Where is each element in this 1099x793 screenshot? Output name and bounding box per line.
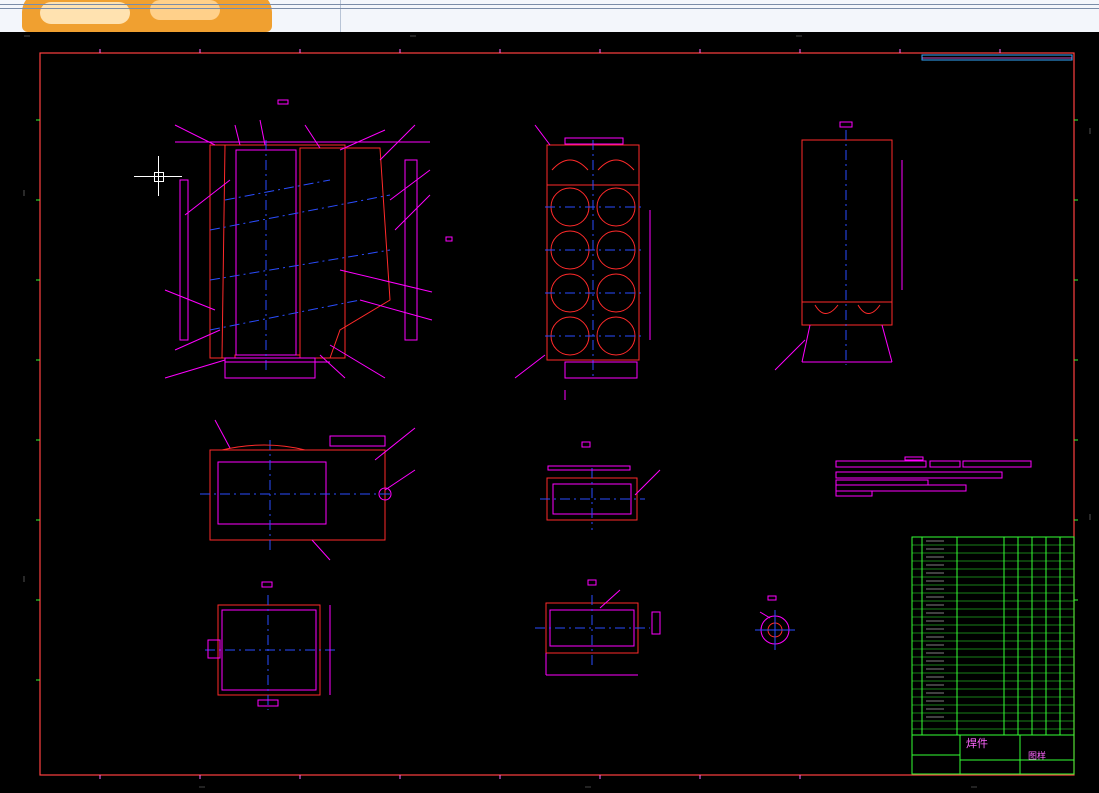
cad-drawing-sheet[interactable]	[0, 32, 1099, 793]
view-plan-middle	[540, 441, 661, 530]
title-block-sheet-label: 图样	[1028, 752, 1047, 762]
border-ticks-top	[99, 49, 1001, 779]
banner-graphic-highlight	[40, 2, 130, 24]
technical-notes	[835, 456, 1032, 497]
drawing-canvas[interactable]: 焊件 图样	[0, 32, 1099, 793]
view-bottom-middle	[535, 579, 661, 676]
view-end-elevation	[774, 121, 903, 371]
banner-rule	[0, 4, 1099, 5]
view-bottom-left	[205, 581, 335, 710]
sheet-outer-marks	[23, 35, 1091, 788]
view-side-section	[514, 124, 651, 400]
sheet-code-box	[921, 54, 1073, 61]
crosshair-cursor-icon	[134, 156, 182, 208]
parts-list-table	[911, 536, 1075, 775]
banner-graphic-highlight-2	[150, 0, 220, 20]
desktop-banner	[0, 0, 1099, 32]
title-block-part-name: 焊件	[966, 737, 988, 750]
sheet-border	[39, 52, 1075, 776]
banner-rule	[0, 8, 1099, 9]
view-front-elevation	[164, 99, 453, 379]
view-plan-left	[200, 419, 416, 561]
view-circular-detail	[755, 595, 795, 650]
